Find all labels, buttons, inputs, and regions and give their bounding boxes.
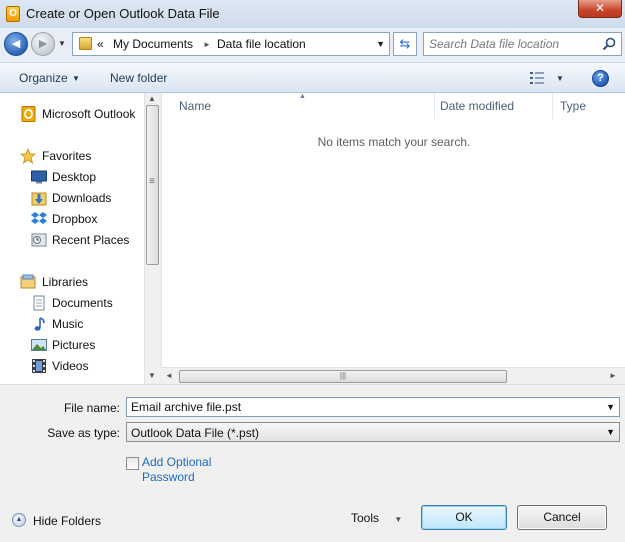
navigation-pane: Microsoft Outlook Favorites Desktop Down… xyxy=(0,93,144,384)
sidebar-item-microsoft-outlook[interactable]: Microsoft Outlook xyxy=(0,104,144,124)
sidebar-item-libraries[interactable]: Libraries xyxy=(0,272,144,292)
sidebar-item-label: Favorites xyxy=(42,149,92,163)
breadcrumb-my-documents[interactable]: My Documents xyxy=(113,37,193,51)
desktop-icon xyxy=(31,170,47,184)
libraries-icon xyxy=(20,274,36,289)
sidebar-item-label: Microsoft Outlook xyxy=(42,107,136,121)
sidebar-item-label: Documents xyxy=(52,296,113,310)
organize-button[interactable]: Organize xyxy=(19,71,68,85)
outlook-icon xyxy=(21,106,36,122)
scroll-grip-icon: ||| xyxy=(339,371,347,380)
save-as-type-dropdown-icon[interactable]: ▼ xyxy=(606,427,615,437)
scroll-right-icon[interactable]: ► xyxy=(609,371,617,380)
organize-dropdown-icon[interactable]: ▼ xyxy=(72,74,80,83)
save-as-type-label: Save as type: xyxy=(47,426,120,440)
file-name-dropdown-icon[interactable]: ▼ xyxy=(606,402,615,412)
scroll-up-icon[interactable]: ▲ xyxy=(148,94,156,103)
sidebar-item-videos[interactable]: Videos xyxy=(0,356,144,376)
scroll-thumb[interactable]: ≡ xyxy=(146,105,159,265)
sidebar-item-downloads[interactable]: Downloads xyxy=(0,188,144,208)
sidebar-item-favorites[interactable]: Favorites xyxy=(0,146,144,166)
sidebar-item-label: Recent Places xyxy=(52,233,130,247)
downloads-icon xyxy=(31,192,47,206)
optional-password-checkbox[interactable] xyxy=(126,457,139,470)
tools-dropdown-icon: ▼ xyxy=(394,515,403,524)
sidebar-item-music[interactable]: Music xyxy=(0,314,144,334)
forward-button[interactable]: ► xyxy=(31,32,55,56)
cancel-button[interactable]: Cancel xyxy=(517,505,607,530)
search-icon[interactable] xyxy=(601,36,617,52)
navigation-pane-scrollbar[interactable]: ▲ ≡ ▼ xyxy=(144,93,160,384)
views-icon[interactable] xyxy=(530,72,546,84)
address-dropdown-icon[interactable]: ▼ xyxy=(376,39,385,49)
pictures-icon xyxy=(31,339,47,351)
column-divider[interactable] xyxy=(552,93,553,119)
new-folder-button[interactable]: New folder xyxy=(110,71,167,85)
save-as-type-value: Outlook Data File (*.pst) xyxy=(131,426,260,440)
column-header-date-modified[interactable]: Date modified xyxy=(440,99,514,113)
sidebar-item-label: Videos xyxy=(52,359,89,373)
recent-places-icon xyxy=(31,233,47,247)
title-bar: O Create or Open Outlook Data File ✕ xyxy=(0,0,625,28)
file-name-label: File name: xyxy=(63,401,120,415)
sidebar-item-recent-places[interactable]: Recent Places xyxy=(0,230,144,250)
scroll-down-icon[interactable]: ▼ xyxy=(148,371,156,380)
dropbox-icon xyxy=(31,212,47,224)
sidebar-item-label: Libraries xyxy=(42,275,89,289)
tools-menu-button[interactable]: Tools ▼ xyxy=(351,511,402,525)
scroll-left-icon[interactable]: ◄ xyxy=(165,371,173,380)
collapse-icon: ▲ xyxy=(12,513,26,527)
file-name-combobox[interactable]: ▼ xyxy=(126,397,620,417)
empty-list-message: No items match your search. xyxy=(317,135,471,149)
sidebar-item-dropbox[interactable]: Dropbox xyxy=(0,209,144,229)
file-list[interactable]: ▲ Name Date modified Type No items match… xyxy=(161,93,625,367)
star-icon xyxy=(20,148,36,164)
hide-folders-label: Hide Folders xyxy=(33,514,102,528)
recent-locations-dropdown[interactable]: ▼ xyxy=(58,39,68,49)
ok-button[interactable]: OK xyxy=(421,505,507,530)
sidebar-item-desktop[interactable]: Desktop xyxy=(0,167,144,187)
add-optional-password-link[interactable]: Add Optional Password xyxy=(142,455,232,485)
column-header-name[interactable]: Name xyxy=(179,99,211,113)
sidebar-item-documents[interactable]: Documents xyxy=(0,293,144,313)
close-button[interactable]: ✕ xyxy=(578,0,622,18)
search-input[interactable] xyxy=(429,36,599,52)
command-bar: Organize ▼ New folder ▼ ? xyxy=(0,62,625,93)
folder-icon xyxy=(79,37,92,50)
column-header-type[interactable]: Type xyxy=(560,99,586,113)
sidebar-item-pictures[interactable]: Pictures xyxy=(0,335,144,355)
search-box[interactable] xyxy=(423,32,622,56)
scroll-thumb[interactable]: ||| xyxy=(179,370,507,383)
sidebar-item-label: Pictures xyxy=(52,338,96,352)
breadcrumb-arrow-icon[interactable]: ► xyxy=(203,40,211,49)
column-divider[interactable] xyxy=(434,93,435,119)
file-list-horizontal-scrollbar[interactable]: ◄ ||| ► xyxy=(161,367,625,384)
music-icon xyxy=(34,317,45,331)
help-button[interactable]: ? xyxy=(592,70,609,87)
address-bar[interactable]: « My Documents ► Data file location ▼ xyxy=(72,32,390,56)
tools-label: Tools xyxy=(351,511,380,525)
videos-icon xyxy=(32,359,46,373)
sidebar-item-label: Dropbox xyxy=(52,212,98,226)
outlook-app-icon: O xyxy=(6,6,20,22)
scroll-grip-icon: ≡ xyxy=(149,176,155,187)
back-button[interactable]: ◄ xyxy=(4,32,28,56)
sidebar-item-label: Music xyxy=(52,317,84,331)
refresh-button[interactable]: ⇆ xyxy=(393,32,417,56)
sidebar-item-label: Downloads xyxy=(52,191,112,205)
views-dropdown-icon[interactable]: ▼ xyxy=(556,74,564,83)
sidebar-item-label: Desktop xyxy=(52,170,97,184)
file-name-input[interactable] xyxy=(131,400,601,414)
documents-icon xyxy=(33,295,45,311)
window-title: Create or Open Outlook Data File xyxy=(26,6,220,21)
breadcrumb-data-file-location[interactable]: Data file location xyxy=(217,37,306,51)
save-as-type-select[interactable]: Outlook Data File (*.pst) ▼ xyxy=(126,422,620,442)
breadcrumb-separator[interactable]: « xyxy=(97,37,104,51)
sort-ascending-icon: ▲ xyxy=(299,93,306,100)
